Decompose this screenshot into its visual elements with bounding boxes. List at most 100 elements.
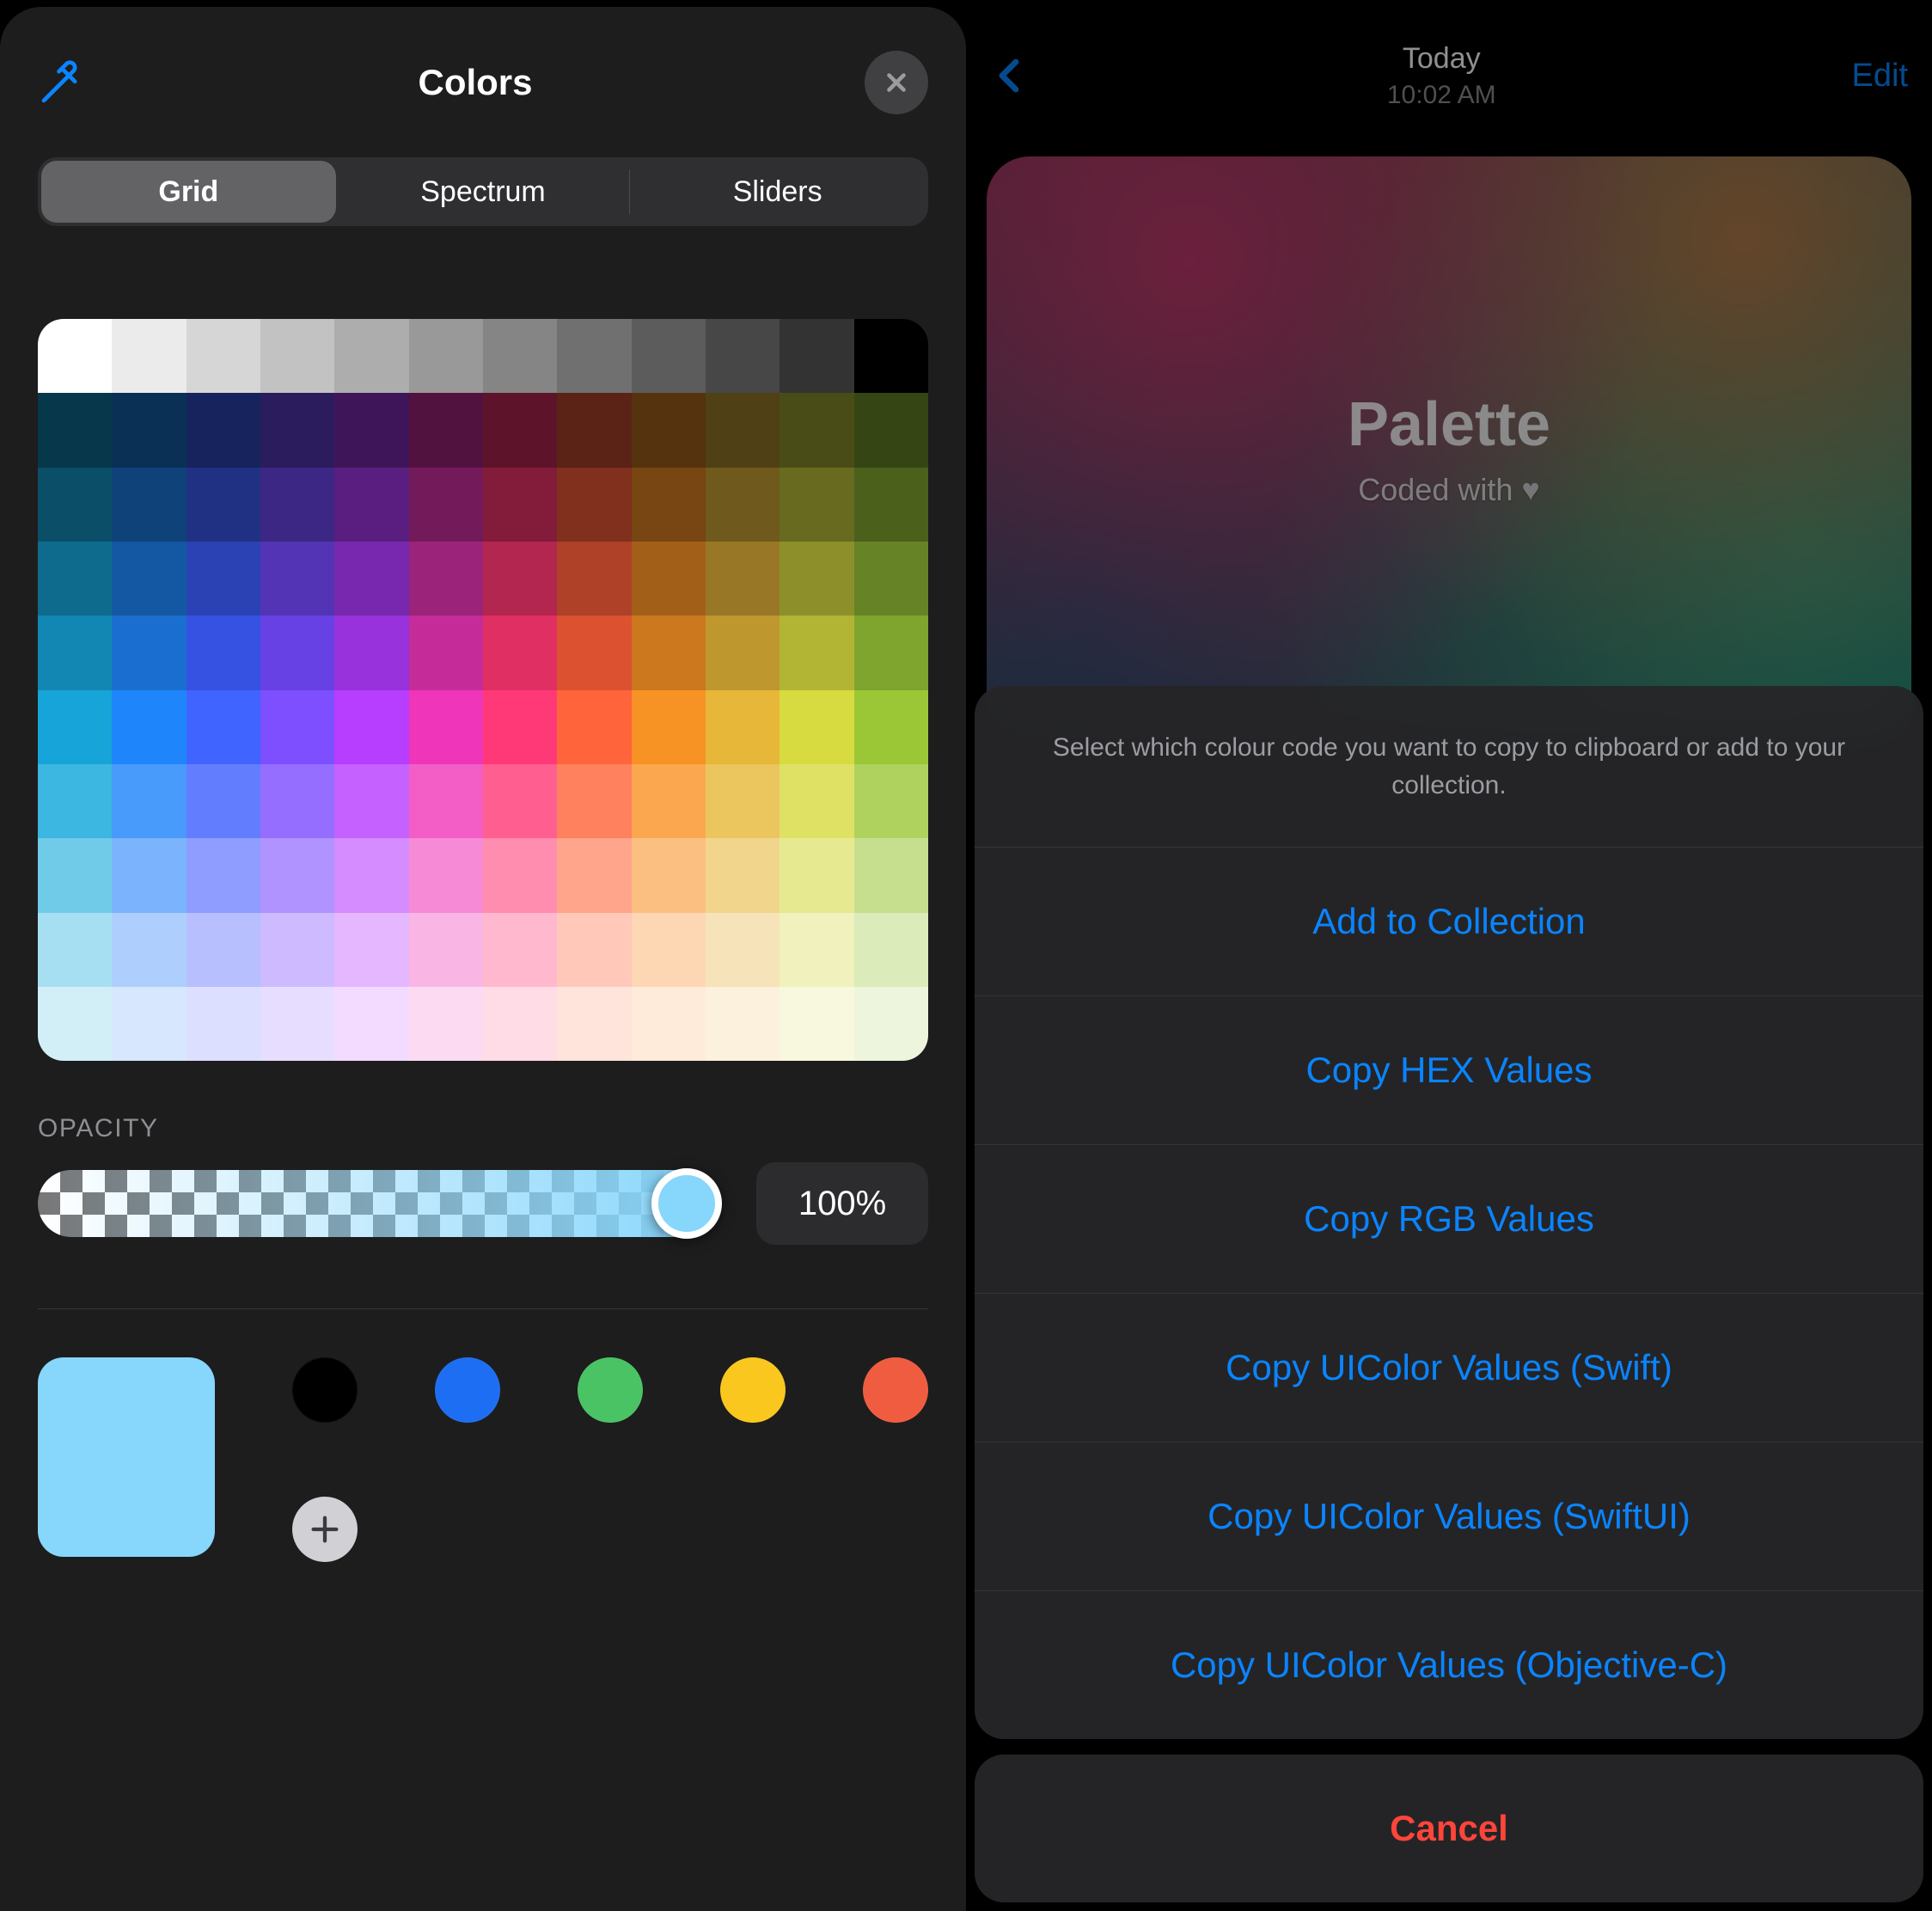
color-swatch[interactable] [409, 987, 483, 1061]
color-swatch[interactable] [112, 542, 186, 616]
color-swatch[interactable] [409, 913, 483, 987]
color-swatch[interactable] [334, 987, 408, 1061]
color-swatch[interactable] [38, 690, 112, 764]
color-swatch[interactable] [632, 468, 706, 542]
color-swatch[interactable] [780, 616, 853, 689]
color-swatch[interactable] [632, 616, 706, 689]
color-swatch[interactable] [632, 690, 706, 764]
color-swatch[interactable] [780, 319, 853, 393]
color-swatch[interactable] [557, 690, 631, 764]
color-swatch[interactable] [409, 764, 483, 838]
color-swatch[interactable] [260, 468, 334, 542]
action-sheet-item[interactable]: Copy HEX Values [975, 995, 1923, 1144]
color-swatch[interactable] [483, 319, 557, 393]
color-swatch[interactable] [260, 319, 334, 393]
color-swatch[interactable] [260, 690, 334, 764]
color-swatch[interactable] [706, 913, 780, 987]
color-swatch[interactable] [557, 987, 631, 1061]
color-swatch[interactable] [334, 616, 408, 689]
action-sheet-item[interactable]: Copy UIColor Values (Objective-C) [975, 1590, 1923, 1739]
color-swatch[interactable] [780, 987, 853, 1061]
color-swatch[interactable] [483, 542, 557, 616]
color-swatch[interactable] [780, 764, 853, 838]
color-swatch[interactable] [38, 393, 112, 467]
eyedropper-icon[interactable] [38, 58, 86, 107]
opacity-value-field[interactable]: 100% [756, 1162, 928, 1245]
color-swatch[interactable] [186, 764, 260, 838]
color-swatch[interactable] [854, 764, 928, 838]
action-sheet-item[interactable]: Copy UIColor Values (SwiftUI) [975, 1442, 1923, 1590]
color-swatch[interactable] [409, 319, 483, 393]
color-swatch[interactable] [632, 764, 706, 838]
color-swatch[interactable] [186, 319, 260, 393]
color-swatch[interactable] [780, 468, 853, 542]
add-color-button[interactable] [292, 1497, 358, 1562]
color-swatch[interactable] [38, 468, 112, 542]
color-swatch[interactable] [38, 838, 112, 912]
tab-sliders[interactable]: Sliders [630, 175, 925, 209]
color-swatch[interactable] [38, 319, 112, 393]
color-swatch[interactable] [409, 542, 483, 616]
color-swatch[interactable] [780, 913, 853, 987]
color-swatch[interactable] [854, 838, 928, 912]
action-sheet-cancel[interactable]: Cancel [975, 1755, 1923, 1902]
tab-spectrum[interactable]: Spectrum [336, 175, 631, 209]
color-swatch[interactable] [260, 764, 334, 838]
color-swatch[interactable] [557, 393, 631, 467]
color-swatch[interactable] [483, 616, 557, 689]
color-swatch[interactable] [706, 468, 780, 542]
action-sheet-item[interactable]: Add to Collection [975, 847, 1923, 995]
color-swatch[interactable] [112, 987, 186, 1061]
color-swatch[interactable] [706, 690, 780, 764]
recent-color-chip[interactable] [863, 1357, 928, 1423]
color-swatch[interactable] [409, 393, 483, 467]
color-swatch[interactable] [632, 542, 706, 616]
color-swatch[interactable] [334, 319, 408, 393]
color-swatch[interactable] [854, 542, 928, 616]
color-swatch[interactable] [112, 319, 186, 393]
color-swatch[interactable] [112, 468, 186, 542]
recent-color-chip[interactable] [292, 1357, 358, 1423]
color-swatch[interactable] [260, 987, 334, 1061]
color-swatch[interactable] [334, 468, 408, 542]
color-swatch[interactable] [706, 764, 780, 838]
mode-segmented-control[interactable]: Grid Spectrum Sliders [38, 157, 928, 226]
color-swatch[interactable] [409, 468, 483, 542]
color-swatch[interactable] [260, 616, 334, 689]
color-swatch[interactable] [409, 838, 483, 912]
color-swatch[interactable] [854, 468, 928, 542]
color-swatch[interactable] [780, 393, 853, 467]
color-swatch[interactable] [854, 319, 928, 393]
color-swatch[interactable] [112, 913, 186, 987]
recent-color-chip[interactable] [435, 1357, 500, 1423]
color-swatch[interactable] [186, 393, 260, 467]
color-swatch[interactable] [112, 838, 186, 912]
color-swatch[interactable] [854, 690, 928, 764]
color-swatch[interactable] [780, 542, 853, 616]
color-swatch[interactable] [706, 319, 780, 393]
color-swatch[interactable] [854, 913, 928, 987]
color-swatch[interactable] [706, 616, 780, 689]
color-swatch[interactable] [632, 393, 706, 467]
color-swatch[interactable] [186, 987, 260, 1061]
color-swatch[interactable] [854, 393, 928, 467]
recent-color-chip[interactable] [578, 1357, 643, 1423]
color-swatch[interactable] [780, 838, 853, 912]
color-swatch[interactable] [780, 690, 853, 764]
color-grid[interactable] [38, 319, 928, 1061]
color-swatch[interactable] [632, 838, 706, 912]
color-swatch[interactable] [38, 764, 112, 838]
color-swatch[interactable] [186, 616, 260, 689]
color-swatch[interactable] [186, 838, 260, 912]
color-swatch[interactable] [334, 764, 408, 838]
color-swatch[interactable] [112, 764, 186, 838]
color-swatch[interactable] [334, 913, 408, 987]
color-swatch[interactable] [112, 616, 186, 689]
recent-color-chip[interactable] [720, 1357, 786, 1423]
color-swatch[interactable] [409, 690, 483, 764]
color-swatch[interactable] [260, 913, 334, 987]
color-swatch[interactable] [112, 393, 186, 467]
color-swatch[interactable] [854, 987, 928, 1061]
color-swatch[interactable] [334, 690, 408, 764]
color-swatch[interactable] [632, 913, 706, 987]
